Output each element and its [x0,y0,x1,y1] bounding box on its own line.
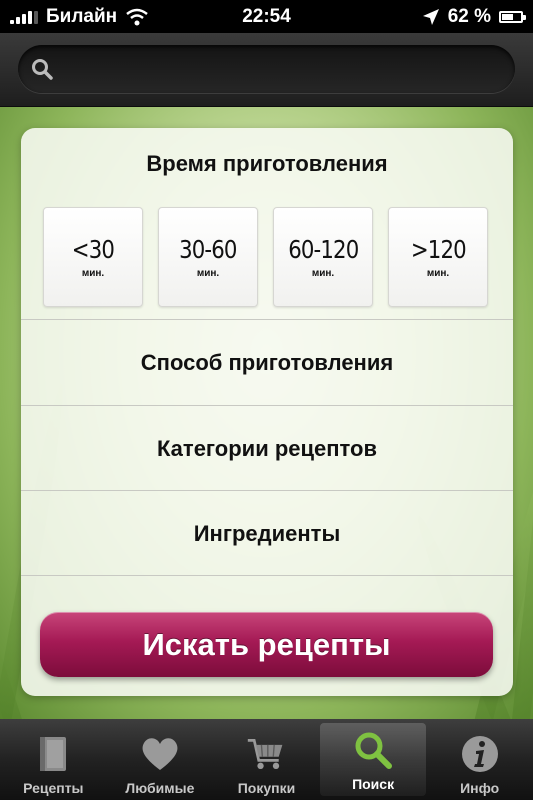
carrier-name: Билайн [46,5,118,27]
search-region [0,33,533,107]
time-option-value: <30 [71,235,115,264]
tab-favorites[interactable]: Любимые [107,719,214,800]
time-option-unit: мин. [426,268,450,279]
recipe-categories-row[interactable]: Категории рецептов [21,405,513,491]
status-right: 62 % [422,5,526,28]
recipe-categories-label: Категории рецептов [156,435,378,461]
cooking-method-label: Способ приготовления [140,349,394,375]
search-icon [32,59,53,80]
search-field[interactable] [18,45,515,93]
status-bar: Билайн 22:54 62 % [0,0,533,33]
search-filters-card: Время приготовления <30 мин. 30-60 мин. … [21,128,513,696]
search-input[interactable] [62,58,515,80]
ingredients-row[interactable]: Ингредиенты [21,490,513,576]
heart-icon [140,734,180,774]
tab-label: Поиск [352,776,395,792]
tab-search[interactable]: Поиск [319,723,427,796]
signal-strength-icon [10,10,38,24]
cart-icon [246,734,286,774]
tab-shopping[interactable]: Покупки [213,719,320,800]
wifi-icon [126,8,148,25]
location-arrow-icon [422,8,439,25]
divider [21,575,513,576]
clock: 22:54 [242,5,291,27]
time-option-60-120[interactable]: 60-120 мин. [273,207,373,307]
tab-info[interactable]: Инфо [426,719,533,800]
cooking-time-options: <30 мин. 30-60 мин. 60-120 мин. >120 мин… [43,207,488,307]
time-option-unit: мин. [196,268,220,279]
battery-icon [499,10,526,23]
battery-fill [502,13,514,20]
book-icon [33,734,73,774]
cooking-time-title: Время приготовления [146,151,388,176]
time-option-over-120[interactable]: >120 мин. [388,207,488,307]
cooking-method-row[interactable]: Способ приготовления [21,319,513,405]
time-option-unit: мин. [311,268,335,279]
tab-label: Любимые [125,780,195,796]
tab-label: Рецепты [23,780,84,796]
time-option-30-60[interactable]: 30-60 мин. [158,207,258,307]
search-recipes-button[interactable]: Искать рецепты [40,612,493,677]
time-option-under-30[interactable]: <30 мин. [43,207,143,307]
time-option-value: 60-120 [287,235,359,264]
search-icon [353,730,393,770]
ingredients-label: Ингредиенты [193,520,341,546]
info-icon [460,734,500,774]
tab-label: Покупки [237,780,296,796]
battery-percent: 62 % [447,5,491,27]
status-left: Билайн [10,6,149,28]
time-option-value: >120 [410,235,467,264]
time-option-value: 30-60 [179,235,237,264]
tab-bar: Рецепты Любимые Покупки Поиск Инфо [0,719,533,800]
time-option-unit: мин. [81,268,105,279]
tab-label: Инфо [460,780,500,796]
tab-recipes[interactable]: Рецепты [0,719,107,800]
